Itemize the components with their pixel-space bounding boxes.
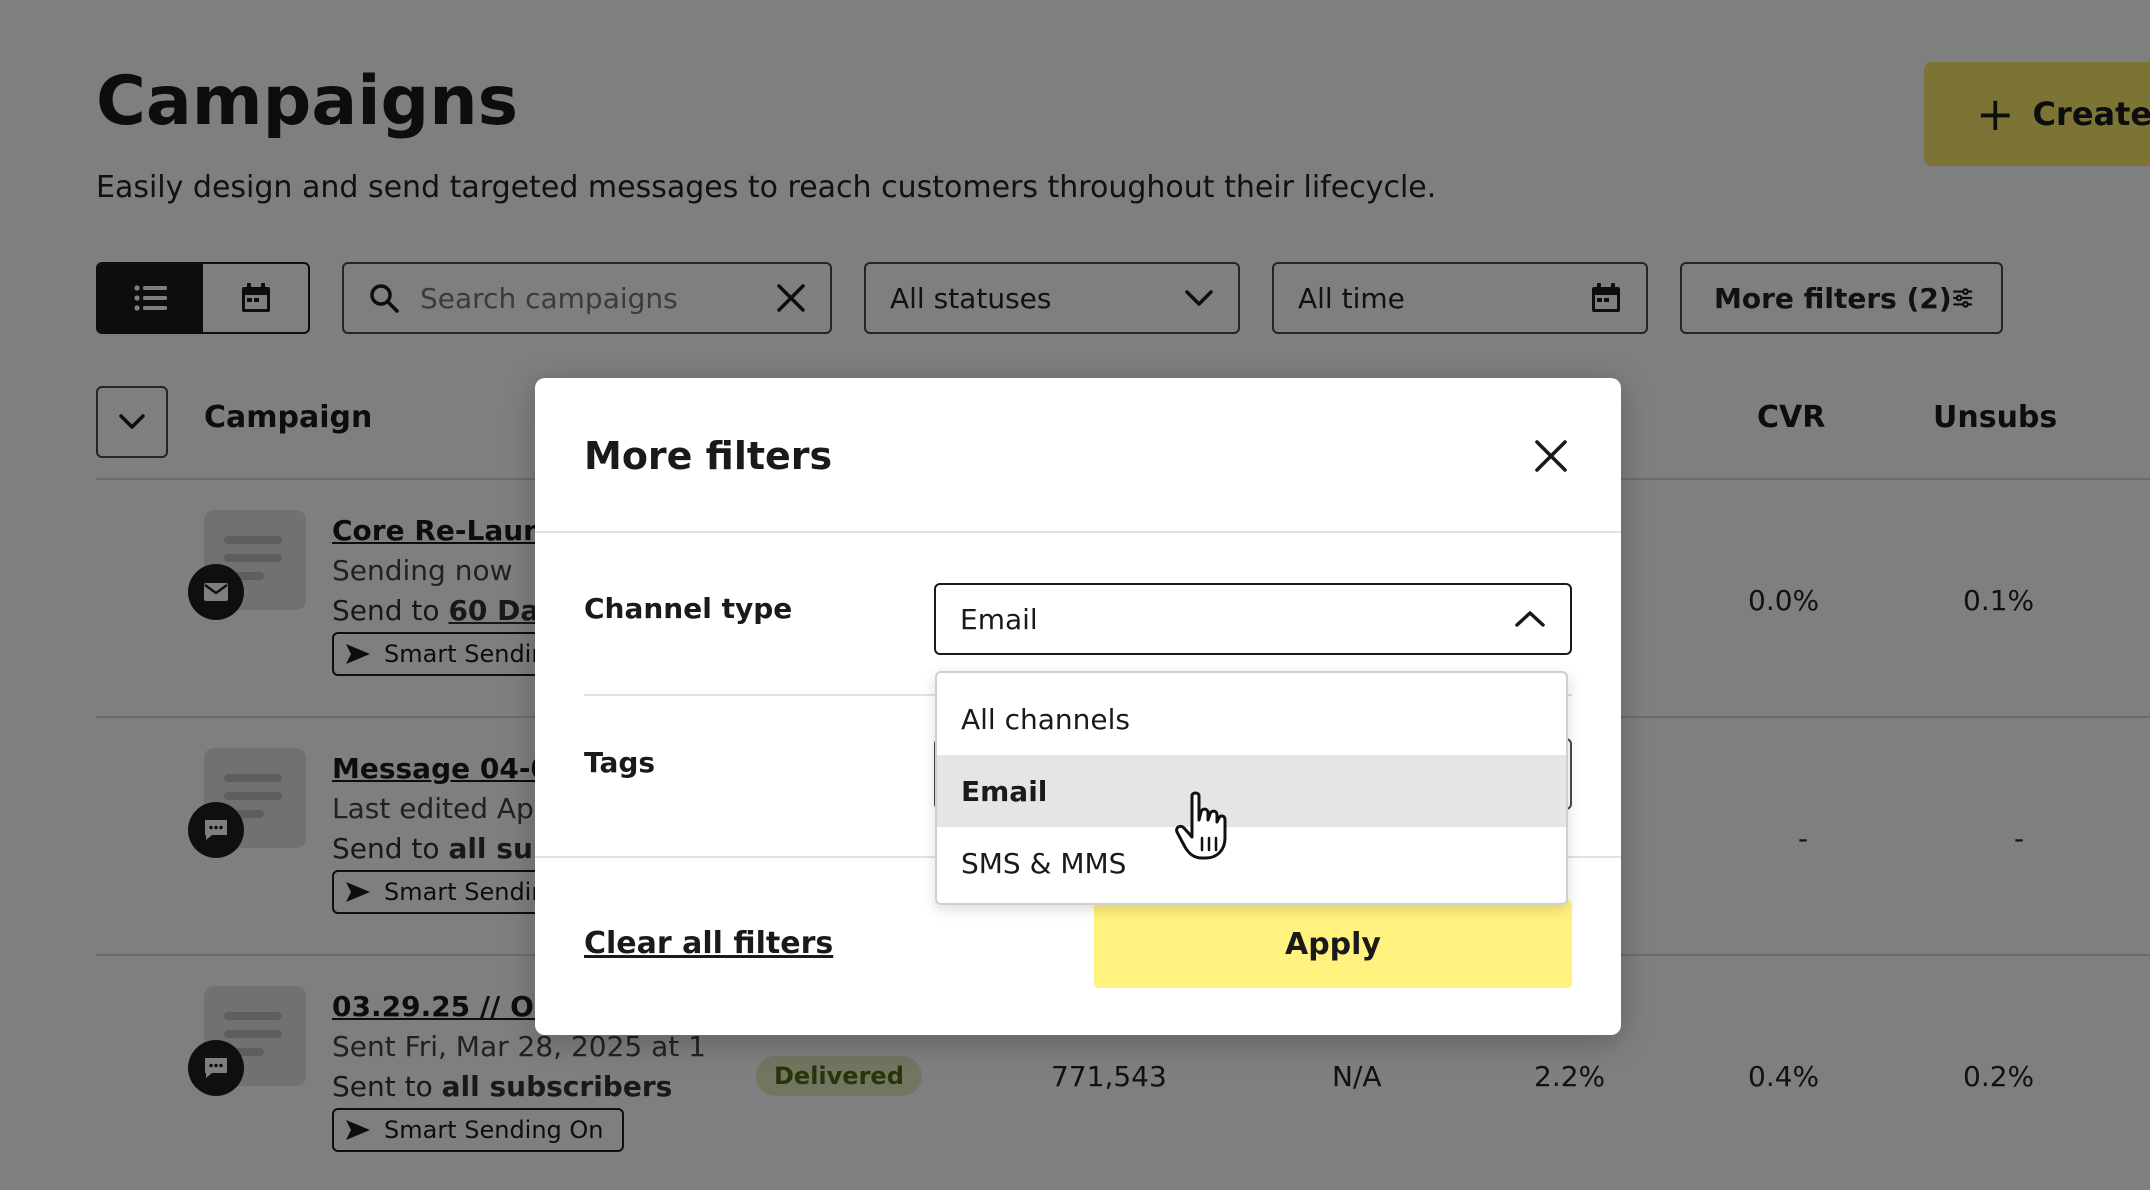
close-icon — [1535, 440, 1567, 472]
hand-cursor-icon — [1175, 791, 1227, 860]
campaigns-page: Campaigns Easily design and send targete… — [0, 0, 2150, 1190]
apply-button[interactable]: Apply — [1094, 900, 1572, 988]
close-modal-button[interactable] — [1527, 432, 1575, 480]
tags-label: Tags — [584, 746, 656, 779]
modal-title: More filters — [584, 434, 833, 478]
channel-type-dropdown: All channels Email SMS & MMS — [935, 671, 1568, 905]
clear-all-filters-link[interactable]: Clear all filters — [584, 926, 833, 961]
option-email[interactable]: Email — [937, 755, 1566, 827]
channel-type-value: Email — [960, 602, 1038, 636]
option-all-channels[interactable]: All channels — [937, 683, 1566, 755]
chevron-up-icon — [1515, 611, 1545, 627]
channel-type-label: Channel type — [584, 592, 793, 625]
channel-type-select[interactable]: Email — [934, 583, 1572, 655]
modal-divider — [535, 531, 1621, 533]
option-sms-mms[interactable]: SMS & MMS — [937, 827, 1566, 899]
